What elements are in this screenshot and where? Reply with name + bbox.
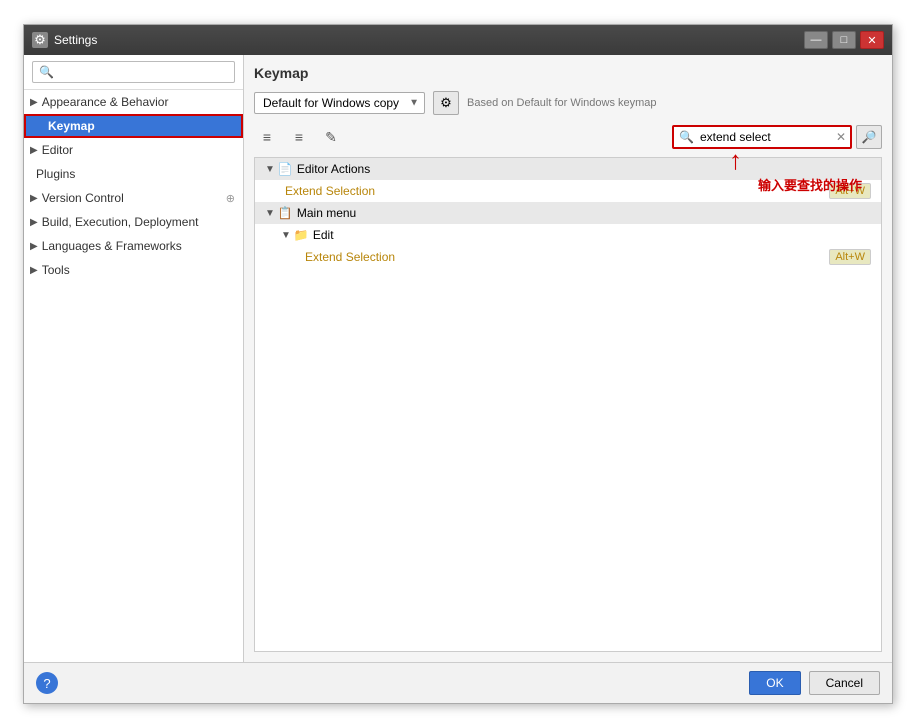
search-field-wrapper: 🔍 ✕: [672, 125, 852, 149]
titlebar-icon: ⚙: [32, 32, 48, 48]
cancel-button[interactable]: Cancel: [809, 671, 880, 695]
titlebar-title: Settings: [54, 33, 804, 47]
sidebar-item-label: Editor: [42, 143, 73, 157]
arrow-icon: ▶: [30, 145, 38, 156]
find-by-shortcut-button[interactable]: 🔎: [856, 125, 882, 149]
tree-section-editor-actions[interactable]: ▼ 📄 Editor Actions: [255, 158, 881, 180]
edit-button[interactable]: ✎: [318, 126, 344, 148]
section-label: Editor Actions: [297, 162, 875, 176]
sidebar: ▶ Appearance & Behavior Keymap ▶ Editor …: [24, 55, 244, 662]
sidebar-item-plugins[interactable]: Plugins: [24, 162, 243, 186]
collapse-arrow-icon: ▼: [265, 208, 275, 219]
tree-item-extend-selection-1[interactable]: Extend Selection Alt+W: [255, 180, 881, 202]
collapse-arrow-icon: ▼: [281, 230, 291, 241]
arrow-icon: ▶: [30, 265, 38, 276]
minimize-button[interactable]: —: [804, 31, 828, 49]
sidebar-item-version-control[interactable]: ▶ Version Control ⊕: [24, 186, 243, 210]
settings-window: ⚙ Settings — □ ✕ ▶ Appearance & Behavior…: [23, 24, 893, 704]
outdent-button[interactable]: ≡: [286, 126, 312, 148]
action-buttons: OK Cancel: [749, 671, 880, 695]
sidebar-item-keymap[interactable]: Keymap: [24, 114, 243, 138]
sidebar-item-editor[interactable]: ▶ Editor: [24, 138, 243, 162]
main-content: ▶ Appearance & Behavior Keymap ▶ Editor …: [24, 55, 892, 662]
maximize-button[interactable]: □: [832, 31, 856, 49]
sidebar-item-label: Tools: [42, 263, 70, 277]
close-button[interactable]: ✕: [860, 31, 884, 49]
item-label: Extend Selection: [285, 184, 829, 198]
search-area: 🔍 ✕ 🔎 ↑ 输入要查找的操作: [672, 125, 882, 149]
gear-button[interactable]: ⚙: [433, 91, 459, 115]
tree-section-main-menu[interactable]: ▼ 📋 Main menu: [255, 202, 881, 224]
sidebar-item-label: Build, Execution, Deployment: [42, 215, 199, 229]
titlebar-buttons: — □ ✕: [804, 31, 884, 49]
titlebar: ⚙ Settings — □ ✕: [24, 25, 892, 55]
keymap-tree: ▼ 📄 Editor Actions Extend Selection Alt+…: [254, 157, 882, 652]
tree-item-extend-selection-2[interactable]: Extend Selection Alt+W: [255, 246, 881, 268]
arrow-icon: ▶: [30, 217, 38, 228]
tree-item-edit-group[interactable]: ▼ 📁 Edit: [255, 224, 881, 246]
sidebar-item-build[interactable]: ▶ Build, Execution, Deployment: [24, 210, 243, 234]
sidebar-item-label: Languages & Frameworks: [42, 239, 182, 253]
item-label: Extend Selection: [305, 250, 829, 264]
item-label: Edit: [313, 228, 875, 242]
folder-icon: 📄: [278, 162, 293, 176]
section-label: Main menu: [297, 206, 875, 220]
sidebar-item-label: Plugins: [36, 167, 75, 181]
keymap-toolbar: ≡ ≡ ✎ 🔍 ✕ 🔎 ↑ 输入要查找的操作: [254, 125, 882, 149]
panel-title: Keymap: [254, 65, 882, 81]
folder-icon: 📁: [294, 228, 309, 242]
shortcut-badge: Alt+W: [829, 183, 871, 199]
shortcut-badge: Alt+W: [829, 249, 871, 265]
sidebar-item-label: Keymap: [48, 119, 95, 133]
keymap-dropdown-wrapper: Default for Windows copy ▼: [254, 92, 425, 114]
based-on-text: Based on Default for Windows keymap: [467, 97, 657, 109]
sidebar-item-label: Appearance & Behavior: [42, 95, 169, 109]
sidebar-item-tools[interactable]: ▶ Tools: [24, 258, 243, 282]
collapse-arrow-icon: ▼: [265, 164, 275, 175]
menu-icon: 📋: [278, 206, 293, 220]
sidebar-item-appearance[interactable]: ▶ Appearance & Behavior: [24, 90, 243, 114]
clear-search-icon[interactable]: ✕: [836, 130, 846, 144]
indent-button[interactable]: ≡: [254, 126, 280, 148]
keymap-dropdown[interactable]: Default for Windows copy: [254, 92, 425, 114]
ok-button[interactable]: OK: [749, 671, 800, 695]
arrow-icon: ▶: [30, 97, 38, 108]
sidebar-item-label: Version Control: [42, 191, 124, 205]
search-icon: 🔍: [679, 130, 694, 144]
sidebar-search-box: [24, 55, 243, 90]
keymap-search-input[interactable]: [672, 125, 852, 149]
bottom-bar: ? OK Cancel: [24, 662, 892, 703]
arrow-icon: ▶: [30, 241, 38, 252]
sidebar-search-input[interactable]: [32, 61, 235, 83]
keymap-header: Default for Windows copy ▼ ⚙ Based on De…: [254, 91, 882, 115]
arrow-icon: ▶: [30, 193, 38, 204]
main-panel: Keymap Default for Windows copy ▼ ⚙ Base…: [244, 55, 892, 662]
sidebar-item-languages[interactable]: ▶ Languages & Frameworks: [24, 234, 243, 258]
help-button[interactable]: ?: [36, 672, 58, 694]
version-control-icon: ⊕: [226, 192, 235, 205]
